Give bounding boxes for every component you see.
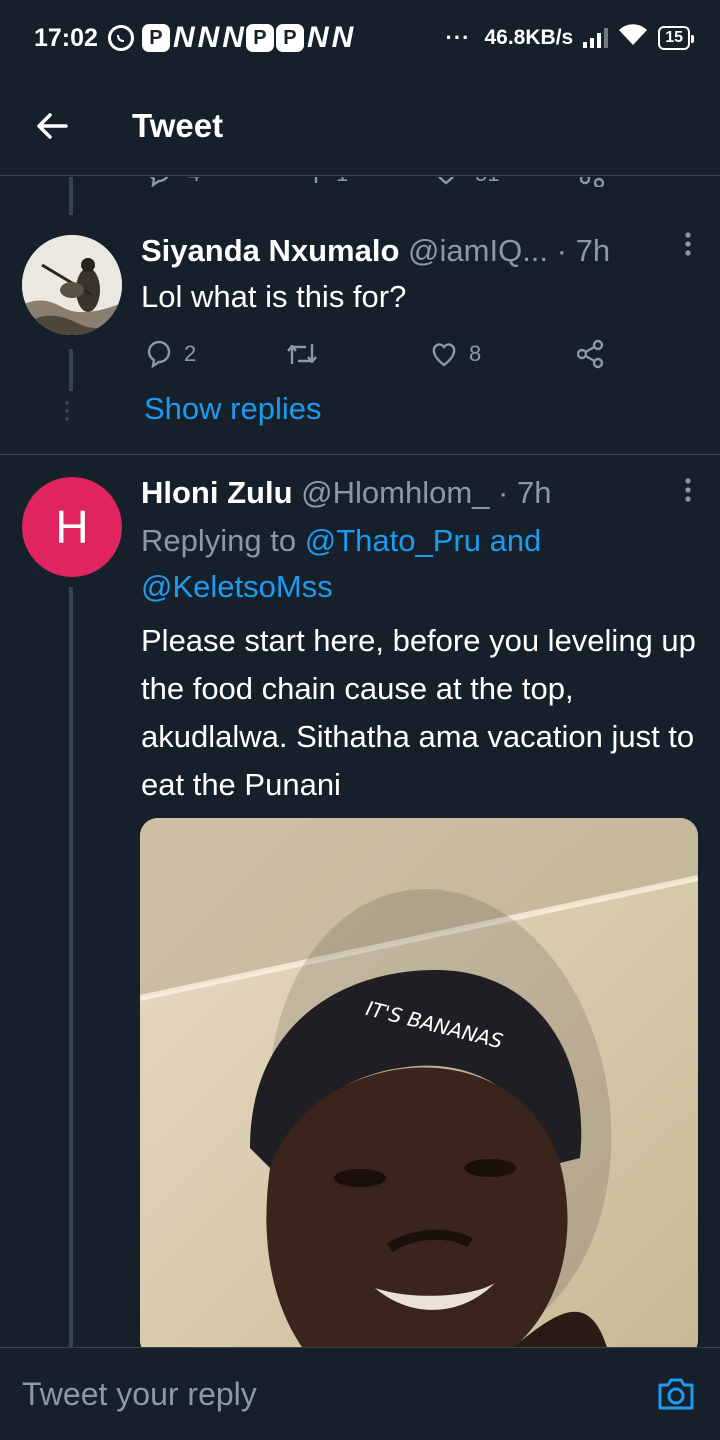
share-icon xyxy=(576,339,604,369)
more-options-button[interactable] xyxy=(684,231,692,264)
thread-line xyxy=(69,349,73,391)
replying-and[interactable]: and xyxy=(490,523,542,558)
share-button[interactable] xyxy=(574,334,606,374)
reply-count: 2 xyxy=(184,341,197,366)
thread-line xyxy=(69,177,73,215)
tweet-text: Lol what is this for? xyxy=(141,279,407,314)
tweet-text: Please start here, before you leveling u… xyxy=(141,623,696,802)
status-time: 17:02 xyxy=(34,23,98,52)
status-bar: 17:02 P N N N P P N N ··· 46.8KB/s 15 xyxy=(0,0,720,76)
notification-icon: P xyxy=(275,24,304,52)
tweet-header: Hloni Zulu @Hlomhlom_ · 7h xyxy=(141,475,551,511)
tweet-media[interactable]: IT'S BANANAS xyxy=(140,818,698,1347)
reply-button[interactable]: 2 xyxy=(144,334,196,374)
heart-icon xyxy=(438,177,454,185)
arrow-left-icon xyxy=(37,112,68,139)
tweet-actions: 2 8 xyxy=(141,334,611,374)
replying-prefix: Replying to xyxy=(141,523,297,558)
reply-bar xyxy=(0,1347,720,1440)
notification-icon: P xyxy=(245,24,274,52)
timestamp[interactable]: · 7h xyxy=(498,475,551,511)
reply-icon xyxy=(150,177,169,187)
avatar[interactable] xyxy=(22,235,122,335)
thread[interactable]: 4 1 51 Siyanda Nxumalo @iamIQ... xyxy=(0,177,720,1347)
display-name[interactable]: Hloni Zulu xyxy=(141,475,293,511)
wifi-icon xyxy=(618,23,648,53)
timestamp[interactable]: · 7h xyxy=(557,233,610,269)
username[interactable]: @iamIQ... xyxy=(408,233,548,269)
like-count: 51 xyxy=(475,177,499,187)
replying-to: Replying to @Thato_Pru and @KeletsoMss xyxy=(141,518,706,610)
whatsapp-icon xyxy=(107,25,134,51)
battery-level: 15 xyxy=(665,29,683,46)
tweet-header: Siyanda Nxumalo @iamIQ... · 7h xyxy=(141,233,610,269)
username[interactable]: @Hlomhlom_ xyxy=(301,475,489,511)
like-button[interactable]: 8 xyxy=(429,334,481,374)
thread-line xyxy=(69,587,73,1347)
heart-icon xyxy=(432,343,456,367)
notification-icon: N xyxy=(306,21,329,54)
previous-tweet-actions: 4 1 51 xyxy=(0,177,720,189)
retweet-button[interactable]: 1 xyxy=(288,177,348,187)
retweet-count: 1 xyxy=(336,177,348,187)
page-title: Tweet xyxy=(132,106,224,144)
collapsed-thread-dots xyxy=(65,401,69,421)
battery-icon: 15 xyxy=(658,26,694,50)
notification-icons: P N N N P P N N xyxy=(141,21,354,55)
camera-button[interactable] xyxy=(654,1372,698,1416)
reply-input[interactable] xyxy=(22,1375,654,1413)
share-button[interactable] xyxy=(577,177,607,187)
notification-icon: N xyxy=(222,21,244,54)
mention-link[interactable]: @KeletsoMss xyxy=(141,569,333,604)
reply-button[interactable]: 4 xyxy=(144,177,200,187)
show-replies-link[interactable]: Show replies xyxy=(144,391,321,427)
network-speed: 46.8KB/s xyxy=(484,26,574,49)
reply-icon xyxy=(147,340,171,369)
notification-icon: N xyxy=(197,21,220,54)
more-vertical-icon xyxy=(685,232,691,256)
share-icon xyxy=(579,177,605,187)
notification-icon: N xyxy=(331,21,354,54)
header: Tweet xyxy=(0,76,720,176)
like-count: 8 xyxy=(469,341,482,366)
divider xyxy=(0,454,720,455)
more-vertical-icon xyxy=(685,478,691,502)
mention-link[interactable]: @Thato_Pru xyxy=(305,523,481,558)
retweet-icon xyxy=(314,177,318,183)
notification-icon: P xyxy=(141,24,170,52)
reply-count: 4 xyxy=(188,177,200,187)
retweet-icon xyxy=(287,344,317,364)
avatar[interactable]: H xyxy=(22,477,122,577)
avatar-letter: H xyxy=(55,501,89,553)
display-name[interactable]: Siyanda Nxumalo xyxy=(141,233,399,269)
notification-icon: N xyxy=(172,21,195,54)
like-button[interactable]: 51 xyxy=(431,177,499,187)
more-notifications-icon: ··· xyxy=(445,25,471,50)
more-options-button[interactable] xyxy=(684,477,692,510)
signal-icon xyxy=(583,28,609,48)
back-button[interactable] xyxy=(22,96,82,156)
camera-icon xyxy=(658,1378,694,1410)
retweet-button[interactable] xyxy=(284,334,320,374)
